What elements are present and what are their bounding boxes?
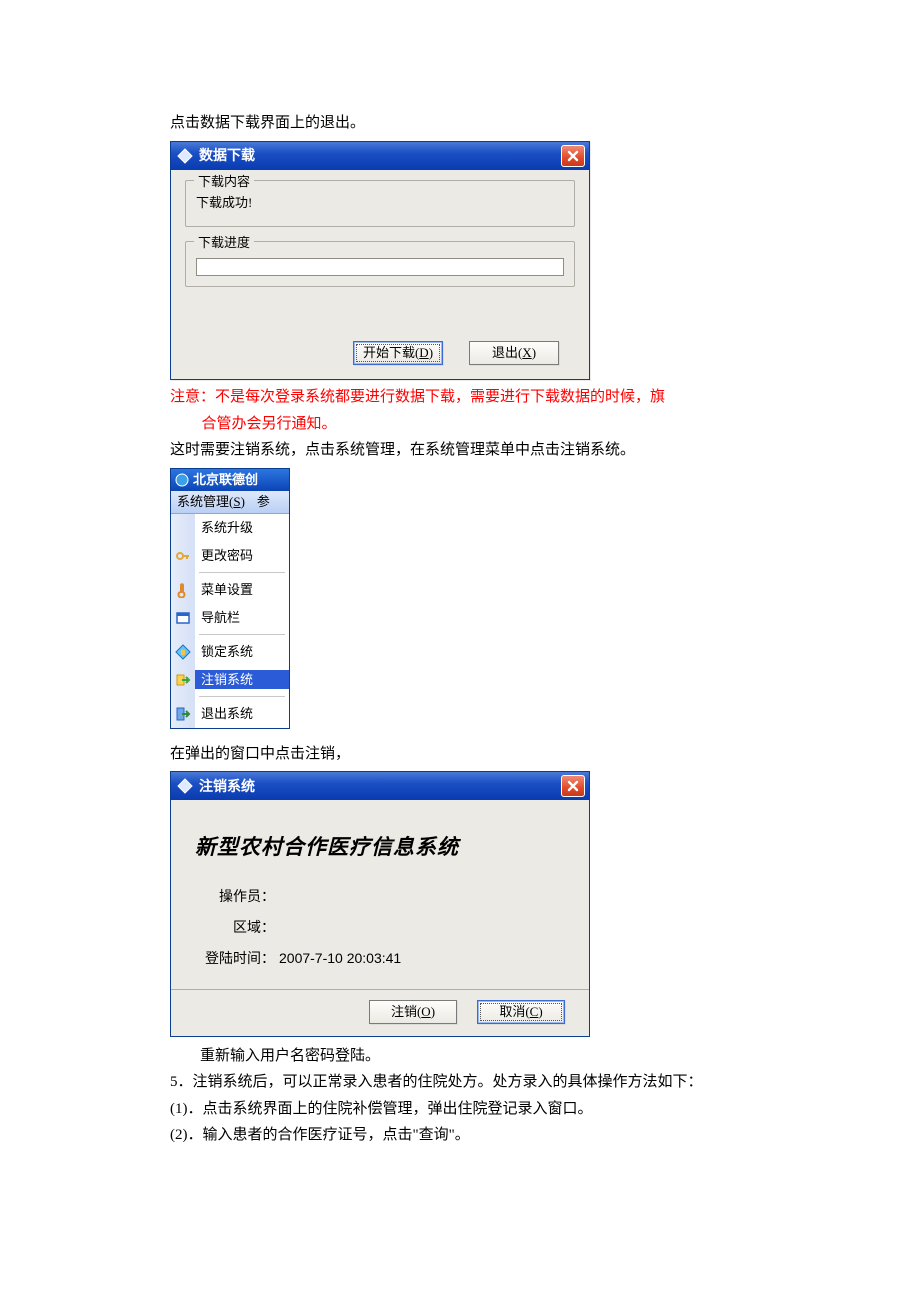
menu-item-upgrade[interactable]: 系统升级 bbox=[171, 514, 289, 542]
note-icon bbox=[175, 582, 191, 598]
title-bar: 北京联德创 bbox=[171, 469, 289, 491]
key-icon bbox=[175, 548, 191, 564]
btn-text: 注销( bbox=[391, 1002, 421, 1022]
menu-item-exit[interactable]: 退出系统 bbox=[171, 700, 289, 728]
app-icon bbox=[177, 778, 193, 794]
menu-item-menu-settings[interactable]: 菜单设置 bbox=[171, 576, 289, 604]
menu-item-label: 更改密码 bbox=[195, 546, 289, 566]
app-icon bbox=[177, 148, 193, 164]
title-bar: 数据下载 bbox=[171, 142, 589, 170]
menu-item-logout[interactable]: 注销系统 bbox=[171, 666, 289, 694]
paragraph: 这时需要注销系统，点击系统管理，在系统管理菜单中点击注销系统。 bbox=[170, 439, 820, 462]
btn-accel: O bbox=[421, 1002, 430, 1022]
menu-item-change-password[interactable]: 更改密码 bbox=[171, 542, 289, 570]
menu-item-label: 锁定系统 bbox=[195, 642, 289, 662]
paragraph: (2)．输入患者的合作医疗证号，点击"查询"。 bbox=[170, 1124, 820, 1147]
menu-item-label: 菜单设置 bbox=[195, 580, 289, 600]
title-text: 北京联德创 bbox=[193, 470, 258, 490]
app-menu-window: 北京联德创 系统管理(S) 参 系统升级 更改密码 bbox=[170, 468, 290, 729]
btn-text: ) bbox=[532, 343, 536, 363]
menu-item-label: 导航栏 bbox=[195, 608, 289, 628]
download-status-text: 下载成功! bbox=[196, 193, 564, 213]
logout-dialog: 注销系统 新型农村合作医疗信息系统 操作员： 区域： 登陆时间： 2007-7-… bbox=[170, 771, 590, 1037]
menu-item-label: 系统升级 bbox=[195, 518, 289, 538]
app-icon bbox=[175, 473, 189, 487]
btn-text: ) bbox=[431, 1002, 435, 1022]
note-paragraph: 合管办会另行通知。 bbox=[170, 413, 820, 436]
note-paragraph: 注意：不是每次登录系统都要进行数据下载，需要进行下载数据的时候，旗 bbox=[170, 386, 820, 409]
close-button[interactable] bbox=[561, 775, 585, 797]
menu-item-navbar[interactable]: 导航栏 bbox=[171, 604, 289, 632]
login-time-row: 登陆时间： 2007-7-10 20:03:41 bbox=[195, 948, 573, 969]
exit-button[interactable]: 退出(X) bbox=[469, 341, 559, 365]
btn-text: ) bbox=[538, 1002, 542, 1022]
title-text: 数据下载 bbox=[199, 145, 255, 166]
paragraph: 点击数据下载界面上的退出。 bbox=[170, 112, 820, 135]
field-label: 区域： bbox=[195, 917, 275, 938]
menu-item-label: 注销系统 bbox=[195, 670, 289, 690]
field-label: 操作员： bbox=[195, 886, 275, 907]
window-icon bbox=[175, 610, 191, 626]
groupbox-legend: 下载内容 bbox=[194, 172, 254, 192]
btn-accel: C bbox=[530, 1002, 539, 1022]
lock-icon bbox=[175, 644, 191, 660]
system-heading: 新型农村合作医疗信息系统 bbox=[195, 832, 573, 864]
btn-text: 取消( bbox=[499, 1002, 529, 1022]
title-bar: 注销系统 bbox=[171, 772, 589, 800]
upgrade-icon bbox=[175, 520, 191, 536]
groupbox-legend: 下载进度 bbox=[194, 233, 254, 253]
paragraph: (1)．点击系统界面上的住院补偿管理，弹出住院登记录入窗口。 bbox=[170, 1098, 820, 1121]
logout-icon bbox=[175, 672, 191, 688]
logout-button[interactable]: 注销(O) bbox=[369, 1000, 457, 1024]
menu-item-lock[interactable]: 锁定系统 bbox=[171, 638, 289, 666]
progress-bar bbox=[196, 258, 564, 276]
system-menu-dropdown: 系统升级 更改密码 菜单设置 导航栏 bbox=[171, 514, 289, 728]
menubar-item-system[interactable]: 系统管理(S) bbox=[171, 490, 251, 514]
menubar-item-params[interactable]: 参 bbox=[251, 490, 276, 514]
paragraph: 重新输入用户名密码登陆。 bbox=[170, 1045, 820, 1068]
menu-item-label: 退出系统 bbox=[195, 704, 289, 724]
cancel-button[interactable]: 取消(C) bbox=[477, 1000, 565, 1024]
field-value: 2007-7-10 20:03:41 bbox=[275, 948, 401, 969]
title-text: 注销系统 bbox=[199, 776, 255, 797]
download-progress-group: 下载进度 bbox=[185, 241, 575, 287]
btn-text: ) bbox=[429, 343, 433, 363]
paragraph: 在弹出的窗口中点击注销， bbox=[170, 743, 820, 766]
separator bbox=[171, 989, 589, 990]
menubar: 系统管理(S) 参 bbox=[171, 491, 289, 514]
operator-row: 操作员： bbox=[195, 886, 573, 907]
start-download-button[interactable]: 开始下载(D) bbox=[353, 341, 443, 365]
btn-accel: D bbox=[419, 343, 428, 363]
btn-text: 退出( bbox=[492, 343, 522, 363]
paragraph: 5．注销系统后，可以正常录入患者的住院处方。处方录入的具体操作方法如下： bbox=[170, 1071, 820, 1094]
exit-icon bbox=[175, 706, 191, 722]
close-button[interactable] bbox=[561, 145, 585, 167]
btn-accel: X bbox=[522, 343, 531, 363]
region-row: 区域： bbox=[195, 917, 573, 938]
download-content-group: 下载内容 下载成功! bbox=[185, 180, 575, 228]
field-label: 登陆时间： bbox=[195, 948, 275, 969]
download-dialog: 数据下载 下载内容 下载成功! 下载进度 开始下载(D) 退出(X) bbox=[170, 141, 590, 381]
btn-text: 开始下载( bbox=[363, 343, 419, 363]
